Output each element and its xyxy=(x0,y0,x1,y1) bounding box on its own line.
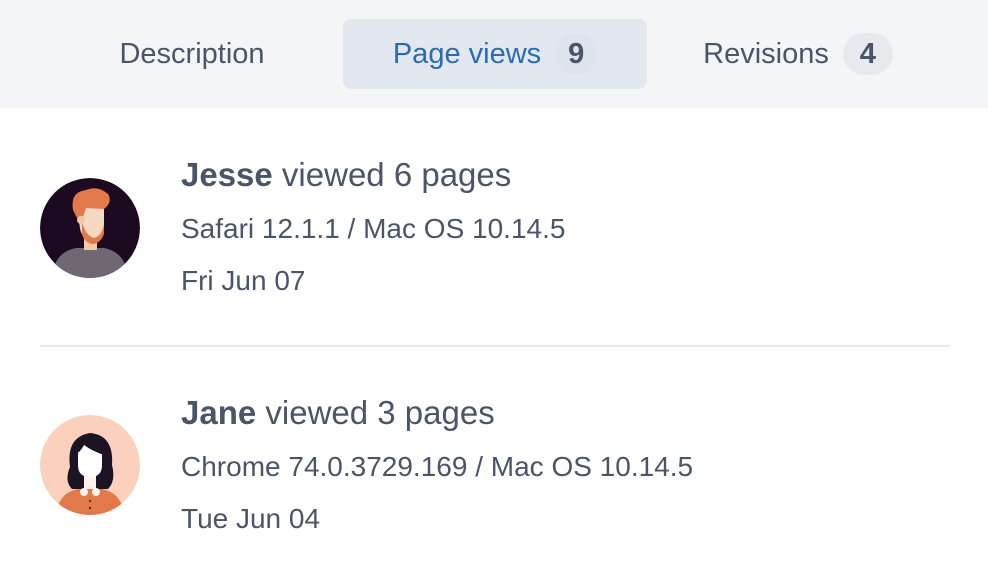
view-action: viewed 3 pages xyxy=(256,394,495,431)
tab-page-views-label: Page views xyxy=(392,37,542,70)
tab-bar: Description Page views 9 Revisions 4 xyxy=(0,0,988,108)
bearded-man-avatar-icon xyxy=(40,178,140,278)
page-views-count-badge: 9 xyxy=(555,33,598,75)
browser-info: Safari 12.1.1 / Mac OS 10.14.5 xyxy=(181,213,566,244)
view-date: Fri Jun 07 xyxy=(181,265,306,296)
view-summary: Jesse viewed 6 pages xyxy=(181,156,511,194)
user-name: Jane xyxy=(181,394,257,431)
tab-description-label: Description xyxy=(119,37,265,70)
page-view-entry: Jesse viewed 6 pages Safari 12.1.1 / Mac… xyxy=(0,108,988,346)
user-name: Jesse xyxy=(181,156,273,193)
browser-info: Chrome 74.0.3729.169 / Mac OS 10.14.5 xyxy=(181,451,694,482)
view-date: Tue Jun 04 xyxy=(181,503,321,534)
tab-description[interactable]: Description xyxy=(86,19,298,89)
revisions-count-badge: 4 xyxy=(842,33,893,75)
woman-avatar-icon xyxy=(40,415,140,515)
tab-revisions-label: Revisions xyxy=(703,37,829,70)
view-summary: Jane viewed 3 pages xyxy=(181,394,495,432)
tab-revisions[interactable]: Revisions 4 xyxy=(690,19,906,89)
tab-page-views[interactable]: Page views 9 xyxy=(343,19,647,89)
view-action: viewed 6 pages xyxy=(272,156,512,193)
page-view-entry: Jane viewed 3 pages Chrome 74.0.3729.169… xyxy=(0,347,988,582)
